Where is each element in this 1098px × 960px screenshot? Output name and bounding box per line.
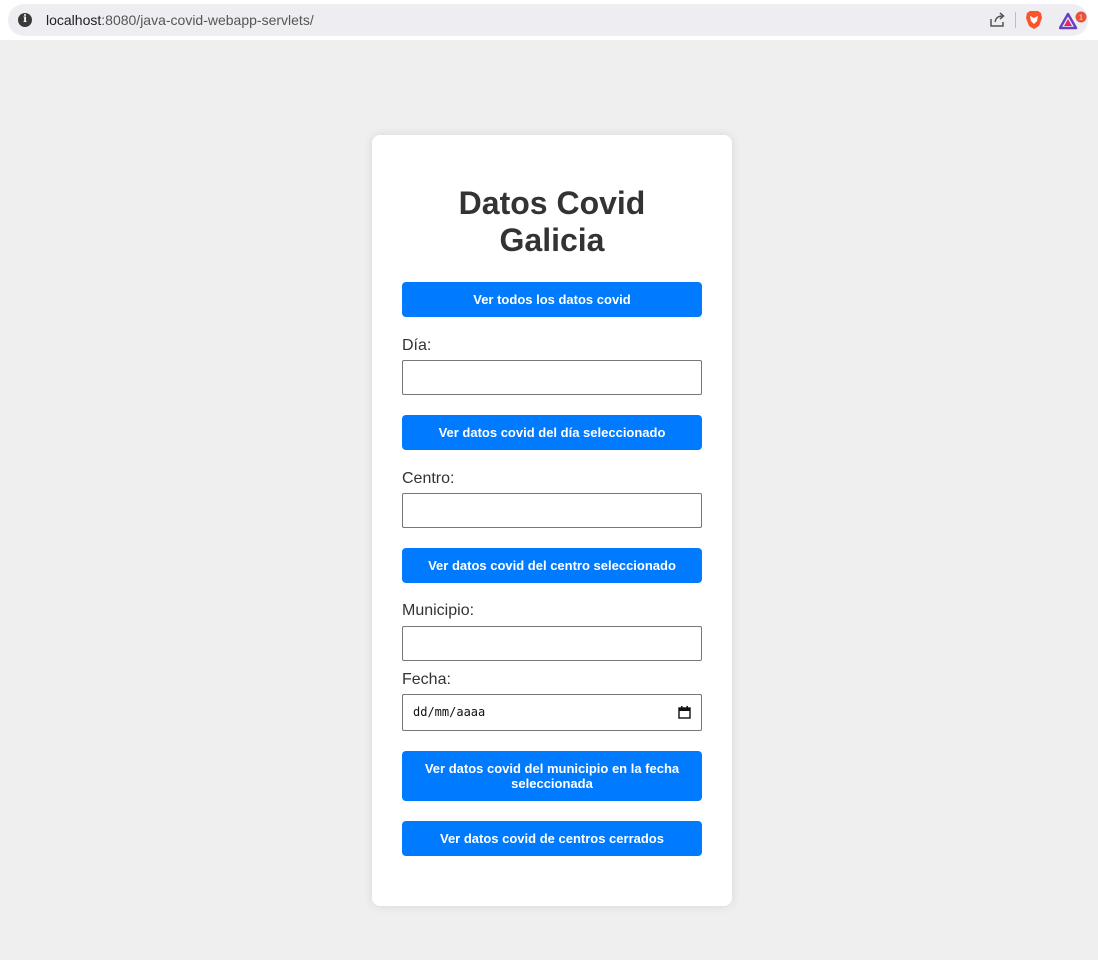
browser-toolbar: i localhost:8080/java-covid-webapp-servl… bbox=[0, 0, 1098, 40]
share-icon[interactable] bbox=[988, 11, 1006, 29]
centro-input[interactable] bbox=[402, 493, 702, 528]
title-line-2: Galicia bbox=[499, 222, 605, 258]
view-closed-centers-data-button[interactable]: Ver datos covid de centros cerrados bbox=[402, 821, 702, 856]
toolbar-divider bbox=[1015, 12, 1016, 28]
rewards-icon[interactable]: 1 bbox=[1059, 11, 1087, 31]
view-day-data-button[interactable]: Ver datos covid del día seleccionado bbox=[402, 415, 702, 450]
title-line-1: Datos Covid bbox=[458, 185, 646, 221]
municipio-input[interactable] bbox=[402, 626, 702, 661]
view-all-data-button[interactable]: Ver todos los datos covid bbox=[402, 282, 702, 317]
address-bar[interactable]: i localhost:8080/java-covid-webapp-servl… bbox=[8, 4, 1088, 36]
url-path: :8080/java-covid-webapp-servlets/ bbox=[101, 12, 314, 28]
view-municipality-date-data-button[interactable]: Ver datos covid del municipio en la fech… bbox=[402, 751, 702, 801]
fecha-label: Fecha: bbox=[402, 671, 451, 688]
rewards-badge-count: 1 bbox=[1079, 15, 1083, 22]
page-title: Datos Covid Galicia bbox=[402, 185, 702, 259]
dia-label: Día: bbox=[402, 337, 432, 354]
info-icon[interactable]: i bbox=[18, 13, 32, 27]
brave-shield-icon[interactable] bbox=[1025, 10, 1043, 30]
url-host: localhost bbox=[46, 12, 102, 28]
calendar-icon[interactable] bbox=[678, 706, 691, 719]
covid-data-card: Datos Covid Galicia Ver todos los datos … bbox=[372, 135, 732, 906]
dia-input[interactable] bbox=[402, 360, 702, 395]
centro-label: Centro: bbox=[402, 470, 455, 487]
view-center-data-button[interactable]: Ver datos covid del centro seleccionado bbox=[402, 548, 702, 583]
url-text[interactable]: localhost:8080/java-covid-webapp-servlet… bbox=[46, 12, 314, 28]
municipio-label: Municipio: bbox=[402, 602, 475, 619]
fecha-date-input[interactable]: dd/mm/aaaa bbox=[402, 694, 702, 731]
fecha-placeholder: dd/mm/aaaa bbox=[413, 705, 486, 719]
